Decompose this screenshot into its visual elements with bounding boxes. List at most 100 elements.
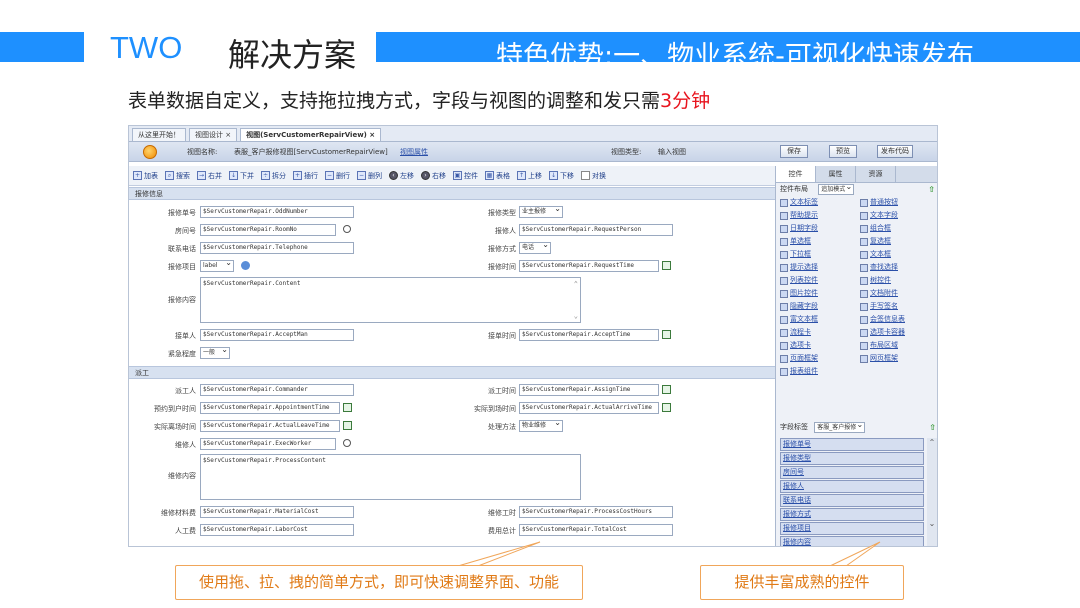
control-item[interactable]: 富文本框 (780, 313, 860, 326)
tab-start[interactable]: 从这里开始！ (132, 128, 186, 141)
process-method-select[interactable]: 物业维修 (519, 418, 563, 432)
control-item[interactable]: 手写签名 (860, 300, 937, 313)
request-time-field[interactable]: $ServCustomerRepair.RequestTime (519, 260, 659, 272)
toolbar-merge-right[interactable]: → 右并 (197, 171, 222, 181)
swap-checkbox[interactable] (581, 171, 590, 180)
appointment-time-field[interactable]: $ServCustomerRepair.AppointmentTime (200, 402, 340, 414)
control-item[interactable]: 组合框 (860, 222, 937, 235)
toolbar-move-up[interactable]: ↑ 上移 (517, 171, 542, 181)
calendar-icon[interactable] (662, 403, 671, 412)
preview-button[interactable]: 预览 (829, 145, 857, 158)
control-item[interactable]: 会签信息表 (860, 313, 937, 326)
layout-select[interactable]: 追加模式 (818, 182, 855, 195)
toolbar-insert-row[interactable]: + 插行 (293, 171, 318, 181)
calendar-icon[interactable] (662, 385, 671, 394)
publish-code-button[interactable]: 发布代码 (877, 145, 913, 158)
toolbar-merge-down[interactable]: ↓ 下并 (229, 171, 254, 181)
field-label-select[interactable]: 客服_客户报修 (814, 420, 866, 433)
control-item[interactable]: 布局区域 (860, 339, 937, 352)
save-button[interactable]: 保存 (780, 145, 808, 158)
toolbar-split[interactable]: ÷ 拆分 (261, 171, 286, 181)
control-item[interactable]: 单选框 (780, 235, 860, 248)
toolbar-add-table[interactable]: + 加表 (133, 171, 158, 181)
search-icon[interactable] (343, 225, 351, 233)
expand-icon[interactable]: ⇧ (929, 421, 936, 434)
field-item[interactable]: 报修方式 (780, 508, 924, 521)
calendar-icon[interactable] (343, 403, 352, 412)
accept-time-field[interactable]: $ServCustomerRepair.AcceptTime (519, 329, 659, 341)
tab-view-servcustomerrepair[interactable]: 视图(ServCustomerRepairView) × (240, 128, 382, 141)
request-person-field[interactable]: $ServCustomerRepair.RequestPerson (519, 224, 673, 236)
control-item[interactable]: 帮助提示 (780, 209, 860, 222)
field-list-scrollbar[interactable]: ⌃ ⌄ (927, 438, 937, 546)
control-item[interactable]: 文档附件 (860, 287, 937, 300)
control-item[interactable]: 选项卡容器 (860, 326, 937, 339)
field-item[interactable]: 报修类型 (780, 452, 924, 465)
control-item[interactable]: 复选框 (860, 235, 937, 248)
search-icon[interactable] (343, 439, 351, 447)
commander-field[interactable]: $ServCustomerRepair.Commander (200, 384, 354, 396)
control-item[interactable]: 日期字段 (780, 222, 860, 235)
assign-time-field[interactable]: $ServCustomerRepair.AssignTime (519, 384, 659, 396)
actual-leave-time-field[interactable]: $ServCustomerRepair.ActualLeaveTime (200, 420, 340, 432)
control-item[interactable]: 树控件 (860, 274, 937, 287)
accept-man-field[interactable]: $ServCustomerRepair.AcceptMan (200, 329, 354, 341)
field-item[interactable]: 联系电话 (780, 494, 924, 507)
actual-arrive-time-field[interactable]: $ServCustomerRepair.ActualArriveTime (519, 402, 659, 414)
control-item[interactable]: 图片控件 (780, 287, 860, 300)
control-item[interactable]: 报表组件 (780, 365, 860, 378)
toolbar-move-down[interactable]: ↓ 下移 (549, 171, 574, 181)
process-content-textarea[interactable]: $ServCustomerRepair.ProcessContent (200, 454, 581, 500)
control-item[interactable]: 文本标签 (780, 196, 860, 209)
control-item[interactable]: 选项卡 (780, 339, 860, 352)
repair-item-select[interactable]: label (200, 258, 234, 272)
content-textarea[interactable]: $ServCustomerRepair.Content ⌃ ⌄ (200, 277, 581, 323)
control-item[interactable]: 网页框架 (860, 352, 937, 365)
control-item[interactable]: 提示选择 (780, 261, 860, 274)
telephone-field[interactable]: $ServCustomerRepair.Telephone (200, 242, 354, 254)
field-item[interactable]: 报修单号 (780, 438, 924, 451)
field-item[interactable]: 报修人 (780, 480, 924, 493)
field-item[interactable]: 房间号 (780, 466, 924, 479)
control-item[interactable]: 隐藏字段 (780, 300, 860, 313)
control-item[interactable]: 普通按钮 (860, 196, 937, 209)
toolbar-move-left[interactable]: ‹ 左移 (389, 171, 414, 181)
globe-icon[interactable] (241, 261, 250, 270)
control-item[interactable]: 查找选择 (860, 261, 937, 274)
toolbar-delete-column[interactable]: − 删列 (357, 171, 382, 181)
room-no-field[interactable]: $ServCustomerRepair.RoomNo (200, 224, 336, 236)
toolbar-move-right[interactable]: › 右移 (421, 171, 446, 181)
tab-resources[interactable]: 资源 (856, 166, 896, 182)
control-item[interactable]: 下拉框 (780, 248, 860, 261)
toolbar-search[interactable]: ⌕ 搜索 (165, 171, 190, 181)
toolbar-control[interactable]: ▣ 控件 (453, 171, 478, 181)
field-item[interactable]: 报修项目 (780, 522, 924, 535)
control-item[interactable]: 文本框 (860, 248, 937, 261)
calendar-icon[interactable] (343, 421, 352, 430)
tab-view-design[interactable]: 视图设计 × (189, 128, 238, 141)
control-item[interactable]: 页面框架 (780, 352, 860, 365)
scroll-up-icon[interactable]: ⌃ (574, 280, 578, 288)
repair-method-select[interactable]: 电话 (519, 240, 551, 254)
repair-type-select[interactable]: 业主报修 (519, 204, 563, 218)
odd-number-field[interactable]: $ServCustomerRepair.OddNumber (200, 206, 354, 218)
total-cost-field[interactable]: $ServCustomerRepair.TotalCost (519, 524, 673, 536)
expand-icon[interactable]: ⇧ (928, 183, 935, 196)
process-cost-hours-field[interactable]: $ServCustomerRepair.ProcessCostHours (519, 506, 673, 518)
control-item[interactable]: 文本字段 (860, 209, 937, 222)
toolbar-table[interactable]: ▦ 表格 (485, 171, 510, 181)
urgency-select[interactable]: 一般 (200, 345, 230, 359)
tab-properties[interactable]: 属性 (816, 166, 856, 182)
control-item[interactable]: 流程卡 (780, 326, 860, 339)
view-property-link[interactable]: 视图属性 (400, 147, 428, 157)
labor-cost-field[interactable]: $ServCustomerRepair.LaborCost (200, 524, 354, 536)
calendar-icon[interactable] (662, 261, 671, 270)
scroll-down-icon[interactable]: ⌄ (574, 312, 578, 320)
tab-controls[interactable]: 控件 (776, 166, 816, 182)
toolbar-swap[interactable]: 对换 (581, 171, 606, 181)
calendar-icon[interactable] (662, 330, 671, 339)
control-item[interactable]: 列表控件 (780, 274, 860, 287)
material-cost-field[interactable]: $ServCustomerRepair.MaterialCost (200, 506, 354, 518)
toolbar-delete-row[interactable]: − 删行 (325, 171, 350, 181)
exec-worker-field[interactable]: $ServCustomerRepair.ExecWorker (200, 438, 336, 450)
